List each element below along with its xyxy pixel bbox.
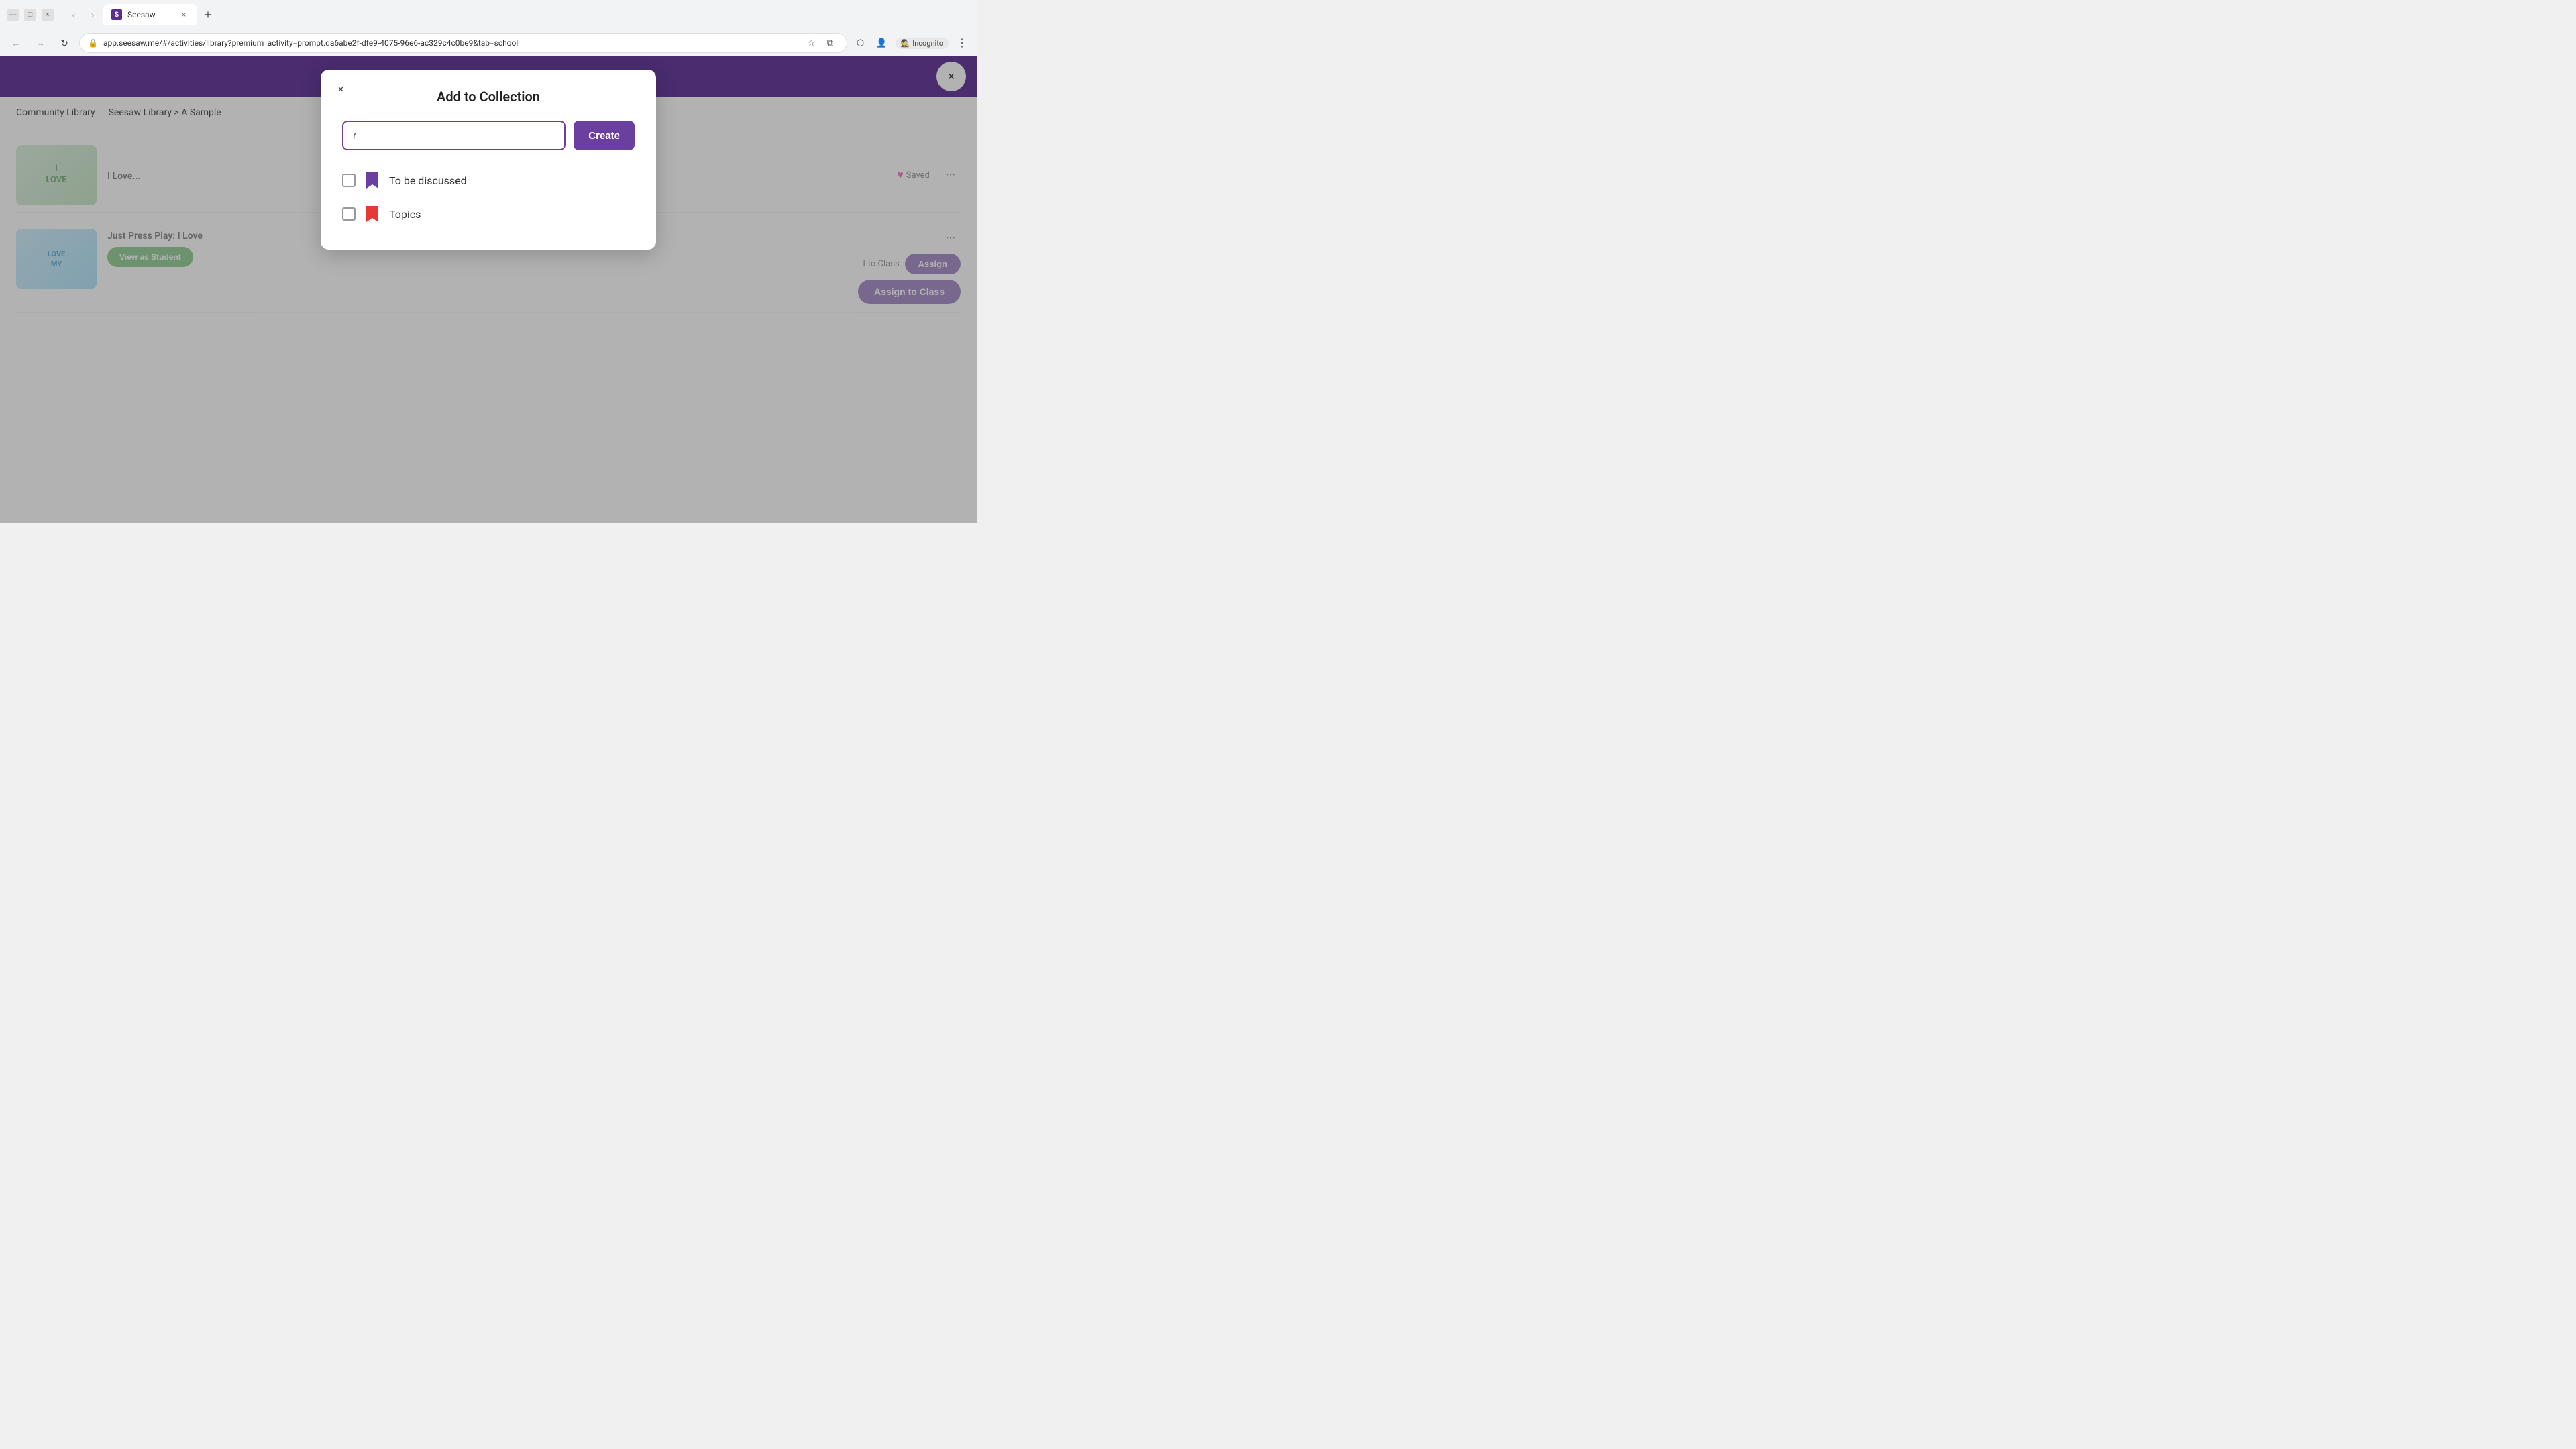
profile-button[interactable]: 👤: [874, 35, 890, 51]
tab-bar: ‹ › S Seesaw × +: [59, 3, 970, 27]
url-text: app.seesaw.me/#/activities/library?premi…: [103, 38, 798, 48]
address-bar[interactable]: 🔒 app.seesaw.me/#/activities/library?pre…: [79, 33, 847, 53]
title-bar: — □ × ‹ › S Seesaw × +: [0, 0, 977, 30]
address-bar-actions: ☆ ⧉: [804, 35, 839, 51]
bookmark-purple-icon: [365, 172, 380, 189]
back-button[interactable]: ←: [7, 34, 25, 52]
tab-forward-button[interactable]: ›: [85, 7, 101, 23]
tab-title: Seesaw: [127, 10, 173, 19]
window-close-button[interactable]: ×: [42, 9, 54, 21]
bookmark-button[interactable]: ☆: [804, 35, 820, 51]
page-content: Resource Library × Community Library See…: [0, 56, 977, 523]
collection-name-input[interactable]: [342, 121, 566, 150]
list-item[interactable]: Topics: [342, 197, 635, 231]
list-item[interactable]: To be discussed: [342, 164, 635, 197]
incognito-badge: 🕵 Incognito: [896, 38, 949, 49]
new-tab-button[interactable]: +: [200, 7, 216, 23]
incognito-icon: 🕵: [901, 39, 910, 48]
minimize-button[interactable]: —: [7, 9, 19, 21]
modal-overlay: × Add to Collection Create To: [0, 56, 977, 523]
cast-button[interactable]: ⬡: [853, 35, 869, 51]
collection-checkbox-1[interactable]: [342, 174, 356, 187]
incognito-label: Incognito: [912, 39, 943, 48]
create-collection-button[interactable]: Create: [574, 121, 635, 150]
extensions-button[interactable]: ⧉: [822, 35, 839, 51]
browser-tab[interactable]: S Seesaw ×: [103, 4, 197, 25]
forward-button[interactable]: →: [31, 34, 50, 52]
collection-name-2: Topics: [389, 208, 421, 221]
collection-list: To be discussed Topics: [342, 164, 635, 231]
modal-input-row: Create: [342, 121, 635, 150]
window-controls: — □ ×: [7, 9, 54, 21]
bookmark-red-icon: [365, 205, 380, 223]
tab-close-button[interactable]: ×: [178, 9, 189, 20]
modal-title: Add to Collection: [342, 89, 635, 105]
reload-button[interactable]: ↻: [55, 34, 74, 52]
chrome-menu-button[interactable]: ⋮: [954, 35, 970, 51]
browser-chrome: — □ × ‹ › S Seesaw × + ← → ↻ 🔒 app.seesa…: [0, 0, 977, 56]
collection-name-1: To be discussed: [389, 174, 467, 187]
address-bar-row: ← → ↻ 🔒 app.seesaw.me/#/activities/libra…: [0, 30, 977, 56]
tab-back-button[interactable]: ‹: [66, 7, 82, 23]
collection-checkbox-2[interactable]: [342, 207, 356, 221]
modal-close-button[interactable]: ×: [331, 80, 350, 99]
maximize-button[interactable]: □: [24, 9, 36, 21]
add-to-collection-modal: × Add to Collection Create To: [321, 70, 656, 250]
lock-icon: 🔒: [88, 38, 98, 48]
tab-favicon: S: [111, 9, 122, 20]
